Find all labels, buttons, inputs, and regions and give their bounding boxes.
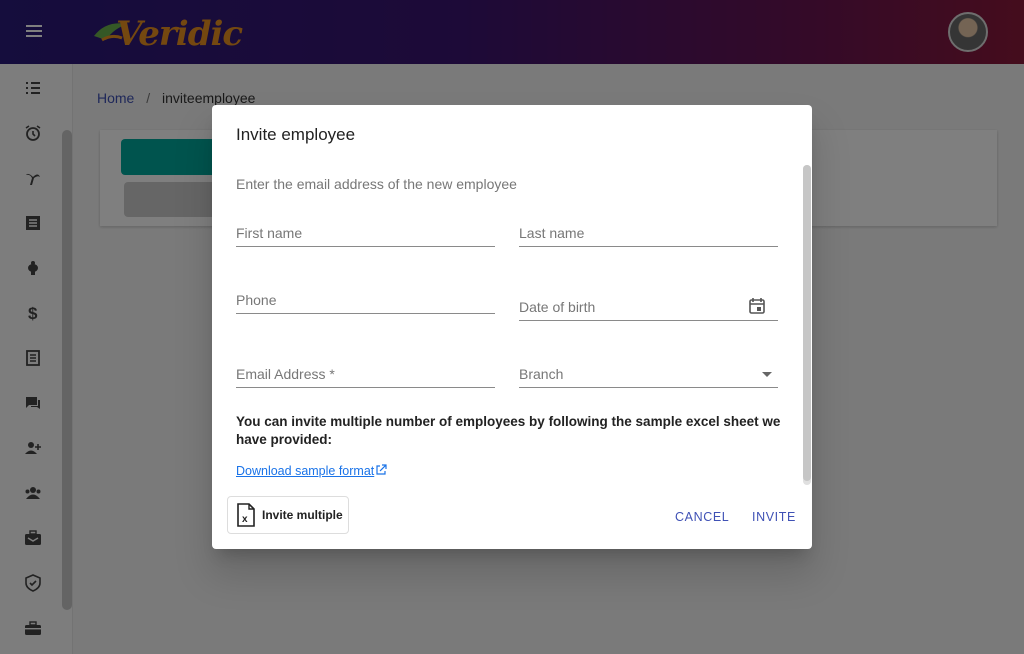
invite-multiple-info-text: You can invite multiple number of employ… bbox=[236, 414, 781, 447]
branch-select[interactable]: Branch bbox=[519, 362, 778, 388]
date-of-birth-field[interactable]: Date of birth bbox=[519, 295, 778, 321]
first-name-placeholder: First name bbox=[236, 225, 303, 241]
last-name-field[interactable]: Last name bbox=[519, 221, 778, 247]
email-address-field[interactable]: Email Address * bbox=[236, 362, 495, 388]
dialog-subtitle: Enter the email address of the new emplo… bbox=[236, 176, 517, 192]
cancel-button[interactable]: CANCEL bbox=[675, 510, 729, 524]
dropdown-arrow-icon[interactable] bbox=[762, 372, 772, 377]
last-name-placeholder: Last name bbox=[519, 225, 585, 241]
email-address-placeholder: Email Address * bbox=[236, 366, 335, 382]
download-sample-format-label: Download sample format bbox=[236, 464, 375, 478]
dialog-scrollbar[interactable] bbox=[803, 165, 811, 485]
first-name-field[interactable]: First name bbox=[236, 221, 495, 247]
dialog-title: Invite employee bbox=[236, 125, 356, 144]
branch-placeholder: Branch bbox=[519, 366, 564, 382]
invite-multiple-label: Invite multiple bbox=[262, 508, 343, 522]
invite-button[interactable]: INVITE bbox=[752, 510, 796, 524]
excel-file-icon: x bbox=[237, 503, 255, 527]
invite-multiple-button[interactable]: x Invite multiple bbox=[227, 496, 349, 534]
date-of-birth-placeholder: Date of birth bbox=[519, 299, 596, 315]
calendar-icon[interactable] bbox=[748, 297, 766, 315]
invite-employee-dialog: Invite employee Enter the email address … bbox=[212, 105, 812, 549]
svg-text:x: x bbox=[242, 514, 248, 525]
dialog-scrollbar-thumb[interactable] bbox=[803, 165, 811, 481]
phone-placeholder: Phone bbox=[236, 292, 277, 308]
phone-field[interactable]: Phone bbox=[236, 288, 495, 314]
download-sample-format-link[interactable]: Download sample format bbox=[236, 464, 387, 478]
external-link-icon bbox=[376, 464, 387, 475]
